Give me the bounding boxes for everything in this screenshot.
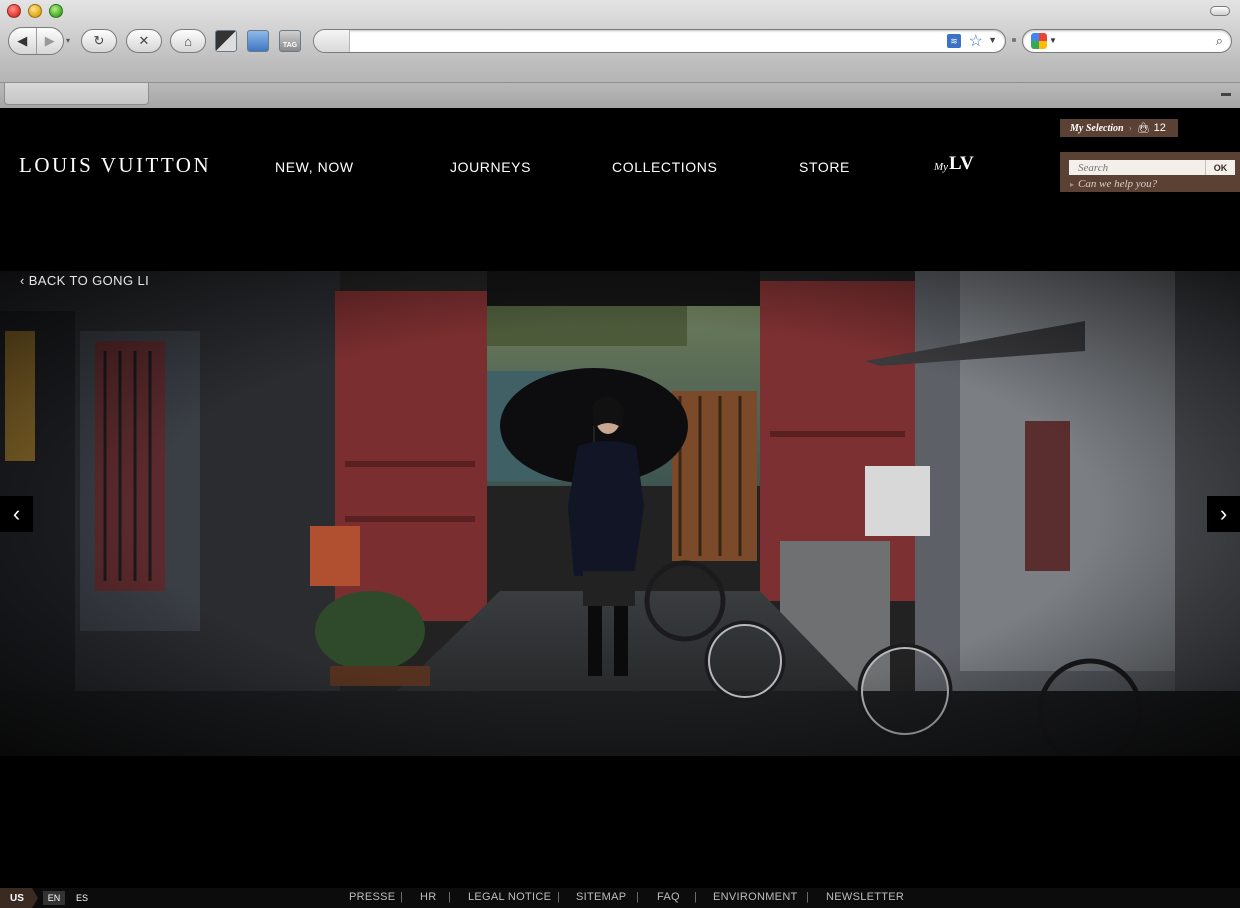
tag-button[interactable]: TAG [279,30,301,52]
tab-menu-icon[interactable]: ▬ [1218,88,1234,102]
nav-store[interactable]: STORE [799,159,850,175]
footer-separator: | [448,891,451,903]
chevron-right-icon: › [1219,501,1228,526]
site-search-box: OK Can we help you? [1060,152,1240,192]
search-engine-dropdown-icon[interactable]: ▼ [1049,36,1057,45]
footer-link-environment[interactable]: ENVIRONMENT [713,891,798,903]
home-icon: ⌂ [184,33,192,49]
browser-search-bar: ▼ ⌕ [1022,29,1232,53]
browser-toolbar: ◀ ▶ ▾ ↻ ✕ ⌂ TAG ≋ ☆ ▼ ▼ ⌕ [0,26,1240,58]
stop-button[interactable]: ✕ [126,29,162,53]
rss-icon[interactable]: ≋ [947,34,961,48]
bookmark-button-2[interactable] [247,30,269,52]
nav-new-now[interactable]: NEW, NOW [275,159,354,175]
reload-icon: ↻ [93,33,105,48]
bookmark-star-icon[interactable]: ☆ [969,31,983,51]
toolbar-separator [1012,38,1016,42]
my-selection-button[interactable]: My Selection › 👜︎ 12 [1060,119,1178,137]
site-search-input[interactable] [1069,160,1205,175]
lv-monogram-logo: LV [949,153,974,174]
url-input[interactable] [354,33,934,49]
footer-link-presse[interactable]: PRESSE [349,891,395,903]
site-footer: US EN ES PRESSE | HR | LEGAL NOTICE | SI… [0,888,1240,908]
selection-count: 12 [1153,122,1166,134]
alley-photo-illustration [0,271,1240,756]
bookmark-button-1[interactable] [215,30,237,52]
region-selector[interactable]: US [0,888,38,908]
back-button[interactable]: ◀ [9,28,37,54]
help-link[interactable]: Can we help you? [1070,178,1157,190]
history-nav: ◀ ▶ [8,27,64,55]
reload-button[interactable]: ↻ [81,29,117,53]
hero-photo [0,271,1240,756]
footer-link-newsletter[interactable]: NEWSLETTER [826,891,904,903]
mylv-my-text: My [934,161,949,173]
toolbar-toggle-button[interactable] [1210,6,1230,16]
home-button[interactable]: ⌂ [170,29,206,53]
browser-chrome: ◀ ▶ ▾ ↻ ✕ ⌂ TAG ≋ ☆ ▼ ▼ ⌕ ▬ [0,0,1240,108]
close-window-button[interactable] [7,4,21,18]
footer-link-faq[interactable]: FAQ [657,891,680,903]
previous-slide-button[interactable]: ‹ [0,496,33,532]
footer-separator: | [400,891,403,903]
minimize-window-button[interactable] [28,4,42,18]
stop-icon: ✕ [138,33,150,48]
chevron-left-icon: ‹ [12,501,21,526]
browser-tab[interactable] [4,83,149,105]
site-logo[interactable]: LOUIS VUITTON [19,153,211,178]
back-to-gong-li-link[interactable]: ‹ BACK TO GONG LI [20,273,149,288]
tab-strip: ▬ [0,82,1240,108]
site-identity-icon[interactable] [314,30,350,52]
nav-collections[interactable]: COLLECTIONS [612,159,717,175]
forward-button[interactable]: ▶ [37,28,64,54]
language-es[interactable]: ES [72,891,92,905]
zoom-window-button[interactable] [49,4,63,18]
footer-link-legal-notice[interactable]: LEGAL NOTICE [468,891,551,903]
search-ok-button[interactable]: OK [1205,160,1235,175]
footer-separator: | [557,891,560,903]
search-icon[interactable]: ⌕ [1216,33,1223,49]
chevron-right-icon: › [1128,122,1132,134]
history-dropdown-icon[interactable]: ▾ [66,36,70,45]
web-page: LOUIS VUITTON NEW, NOW JOURNEYS COLLECTI… [0,108,1240,908]
footer-separator: | [806,891,809,903]
google-icon[interactable] [1031,33,1047,49]
footer-link-hr[interactable]: HR [420,891,437,903]
window-controls [7,4,63,18]
nav-my-lv[interactable]: My LV [934,153,974,174]
shopping-bag-icon: 👜︎ [1136,122,1150,134]
footer-separator: | [636,891,639,903]
footer-separator: | [694,891,697,903]
address-bar: ≋ ☆ ▼ [313,29,1006,53]
my-selection-label: My Selection [1070,122,1124,134]
nav-journeys[interactable]: JOURNEYS [450,159,531,175]
next-slide-button[interactable]: › [1207,496,1240,532]
footer-link-sitemap[interactable]: SITEMAP [576,891,626,903]
browser-search-input[interactable] [1061,33,1201,49]
url-dropdown-icon[interactable]: ▼ [988,35,997,45]
language-en[interactable]: EN [43,891,65,905]
